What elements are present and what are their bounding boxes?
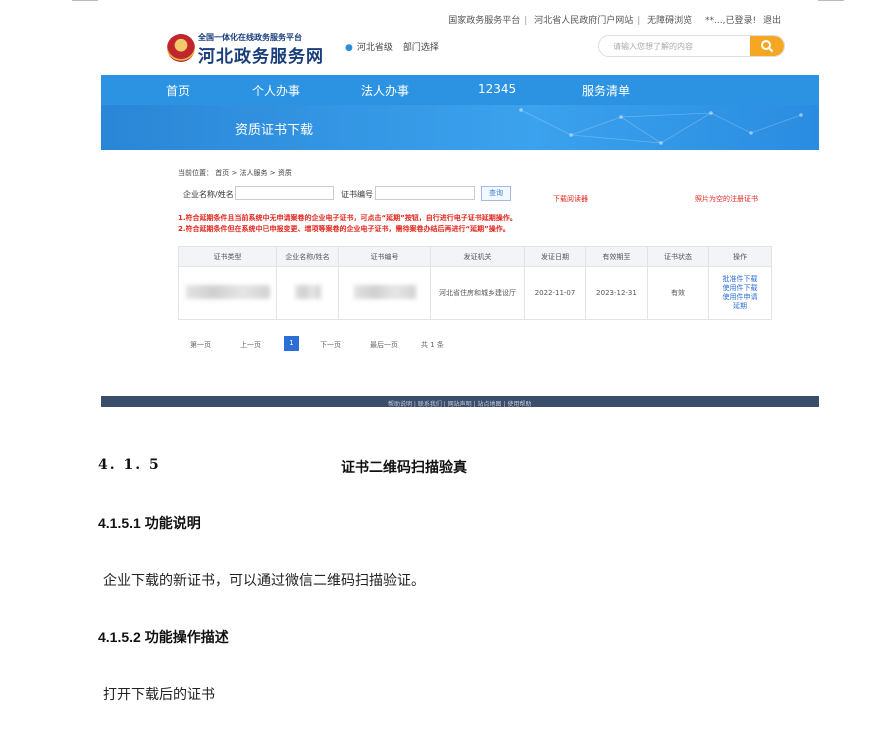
cell-issuer: 河北省住房和城乡建设厅 [430,266,525,320]
pager-last[interactable]: 最后一页 [370,340,398,350]
banner-network-decoration [519,108,803,145]
cell-status: 有效 [647,266,709,320]
nav-service-list[interactable]: 服务清单 [582,82,630,99]
col-cert-type: 证书类型 [178,246,277,267]
national-emblem-icon [167,34,195,62]
col-status: 证书状态 [647,246,709,267]
pager-prev[interactable]: 上一页 [240,340,261,350]
certificate-table: 证书类型 企业名称/姓名 证书编号 发证机关 发证日期 有效期至 证书状态 操作… [178,246,772,320]
table-header-row: 证书类型 企业名称/姓名 证书编号 发证机关 发证日期 有效期至 证书状态 操作 [178,246,772,267]
page-banner: 资质证书下载 [101,105,819,150]
cert-number-input[interactable] [375,186,475,200]
site-footer: 帮助说明 | 联系我们 | 网站声明 | 站点地图 | 使用帮助 [101,396,819,407]
embedded-screenshot: 国家政务服务平台 | 河北省人民政府门户网站 | 无障碍浏览 **...,已登录! … [101,8,819,407]
usage-extend-link[interactable]: 使用件申请延期 [720,293,760,311]
location-pin-icon: ● [345,43,353,53]
col-actions: 操作 [708,246,772,267]
table-row: 河北省住房和城乡建设厅 2022-11-07 2023-12-31 有效 批准件… [178,266,772,320]
section-number: 4. 1. 5 [98,457,161,473]
footer-links[interactable]: 帮助说明 | 联系我们 | 网站声明 | 站点地图 | 使用帮助 [388,399,531,407]
nav-personal[interactable]: 个人办事 [252,82,300,99]
pager-current[interactable]: 1 [284,336,299,351]
location-selector[interactable]: ● 河北省级 部门选择 [345,40,439,53]
subsection-1-title: 4.1.5.1 功能说明 [98,515,201,531]
subsection-1-text: 企业下载的新证书，可以通过微信二维码扫描验证。 [103,573,425,589]
col-issuer: 发证机关 [430,246,525,267]
cert-number-label: 证书编号 [341,190,373,199]
nav-corporate[interactable]: 法人办事 [361,82,409,99]
download-reader-link[interactable]: 下载阅读器 [553,194,588,204]
name-input[interactable] [235,186,334,200]
redacted-cert-type [185,285,270,299]
search-box [598,35,785,57]
dept-select[interactable]: 部门选择 [403,43,439,53]
region-label[interactable]: 河北省级 [357,43,393,53]
search-icon [761,40,774,53]
notice-2: 2.符合延期条件但在系统中已申报变更、增项等案卷的企业电子证书，需待案卷办结后再… [178,225,510,233]
main-nav: 首页 个人办事 法人办事 12345 服务清单 [101,75,819,105]
page-corner-mark-left [72,0,98,1]
section-heading: 4. 1. 5 证书二维码扫描验真 [98,457,467,476]
page-corner-mark-right [818,0,844,1]
top-links: 国家政务服务平台 | 河北省人民政府门户网站 | 无障碍浏览 **...,已登录! … [448,16,781,26]
redacted-name [294,285,321,299]
link-national-platform[interactable]: 国家政务服务平台 [448,16,520,26]
pager-first[interactable]: 第一页 [190,340,211,350]
link-accessibility[interactable]: 无障碍浏览 [647,16,692,26]
search-input[interactable] [599,36,747,56]
cell-valid-until: 2023-12-31 [585,266,648,320]
link-provincial-portal[interactable]: 河北省人民政府门户网站 [534,16,633,26]
pager-total: 共 1 条 [421,341,444,349]
redacted-cert-number [353,285,416,299]
breadcrumb: 当前位置： 首页 > 法人服务 > 资质 [178,169,292,177]
notice-list: 1.符合延期条件且当前系统中无申请案卷的企业电子证书，可点击“延期”按钮，自行进… [178,213,788,247]
nav-12345[interactable]: 12345 [478,82,516,96]
search-button[interactable] [750,36,784,56]
logo-title: 河北政务服务网 [198,47,324,67]
approval-download-link[interactable]: 批准件下载 [710,275,770,284]
col-valid-until: 有效期至 [585,246,648,267]
logout-link[interactable]: 退出 [763,16,781,26]
subsection-2-text: 打开下载后的证书 [103,687,215,703]
col-name: 企业名称/姓名 [276,246,339,267]
banner-title: 资质证书下载 [235,123,314,138]
login-status: **...,已登录! [705,16,757,26]
name-label: 企业名称/姓名 [183,190,234,199]
pager-next[interactable]: 下一页 [320,340,341,350]
photo-empty-link[interactable]: 照片为空的注册证书 [695,194,758,204]
section-title: 证书二维码扫描验真 [341,460,467,476]
subsection-2-title: 4.1.5.2 功能操作描述 [98,629,229,645]
nav-home[interactable]: 首页 [166,82,190,99]
col-cert-number: 证书编号 [338,246,431,267]
usage-download-link[interactable]: 使用件下载 [710,284,770,293]
col-issue-date: 发证日期 [524,246,586,267]
notice-1: 1.符合延期条件且当前系统中无申请案卷的企业电子证书，可点击“延期”按钮，自行进… [178,214,517,222]
cell-issue-date: 2022-11-07 [524,266,586,320]
site-logo[interactable]: 全国一体化在线政务服务平台 河北政务服务网 [167,30,323,68]
query-button[interactable]: 查询 [481,186,511,201]
